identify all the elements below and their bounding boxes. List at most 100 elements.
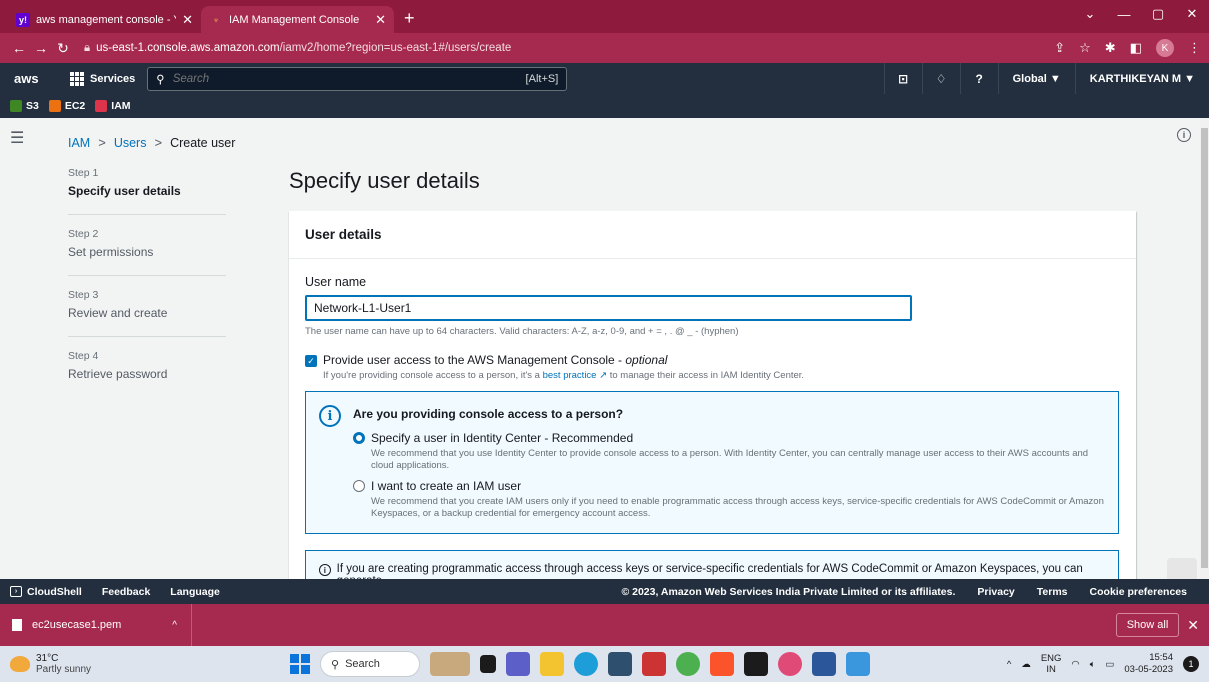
region-selector[interactable]: Global ▼ <box>997 63 1075 94</box>
teams-icon[interactable] <box>506 652 530 676</box>
store-icon[interactable] <box>608 652 632 676</box>
tab-iam[interactable]: ♆ IAM Management Console ✕ <box>201 6 394 33</box>
forward-button[interactable]: → <box>30 40 52 56</box>
terms-link[interactable]: Terms <box>1037 586 1068 598</box>
info-panel-icon[interactable]: i <box>1177 128 1191 142</box>
chevron-up-icon[interactable]: ^ <box>1007 659 1011 670</box>
close-tab-icon[interactable]: ✕ <box>182 12 193 28</box>
task-view-icon[interactable] <box>480 655 496 673</box>
info-text: If you are creating programmatic access … <box>336 563 1083 579</box>
yahoo-favicon-icon: y! <box>16 12 30 27</box>
extensions-icon[interactable]: ✱ <box>1105 40 1116 56</box>
chrome-profile-icon[interactable] <box>778 652 802 676</box>
wizard-steps: Step 1 Specify user details Step 2 Set p… <box>68 166 226 409</box>
show-all-button[interactable]: Show all <box>1115 613 1180 637</box>
favorite-s3[interactable]: S3 <box>10 100 39 112</box>
favorite-iam[interactable]: IAM <box>95 100 131 112</box>
search-shortcut-hint: [Alt+S] <box>525 72 559 85</box>
cloudshell-icon[interactable]: ⊡ <box>883 63 922 94</box>
profile-avatar[interactable]: K <box>1156 39 1174 57</box>
console-search-input[interactable] <box>172 72 518 85</box>
battery-icon[interactable]: ▭ <box>1105 659 1114 670</box>
url-field[interactable]: 🔒︎ us-east-1.console.aws.amazon.com/iamv… <box>84 37 1054 59</box>
restore-button[interactable]: ▢ <box>1141 0 1175 28</box>
photos-icon[interactable] <box>846 652 870 676</box>
cloudshell-label: CloudShell <box>27 585 82 598</box>
page-scrollbar[interactable] <box>1200 118 1209 579</box>
browser-menu-icon[interactable]: ⋮ <box>1188 40 1201 56</box>
chrome-icon[interactable] <box>676 652 700 676</box>
wizard-step-4: Step 4 Retrieve password <box>68 349 226 397</box>
console-search[interactable]: ⚲ [Alt+S] <box>147 66 568 91</box>
close-tab-icon[interactable]: ✕ <box>375 12 386 28</box>
minimize-button[interactable]: — <box>1107 0 1141 28</box>
aws-console-header: aws Services ⚲ [Alt+S] ⊡ ♢ ? Global ▼ KA… <box>0 63 1209 94</box>
breadcrumb: IAM > Users > Create user <box>68 135 235 150</box>
system-tray: ^ ☁ ENG IN ◠ 🔈︎ ▭ 15:54 03-05-2023 1 <box>1007 652 1209 676</box>
weather-widget[interactable]: 31°C Partly sunny <box>0 653 290 675</box>
tab-search-icon[interactable]: ⌄ <box>1073 0 1107 28</box>
volume-icon[interactable]: 🔈︎ <box>1090 659 1096 670</box>
close-window-button[interactable]: ✕ <box>1175 0 1209 28</box>
taskbar-search[interactable]: ⚲ Search <box>320 651 420 677</box>
mcafee-icon[interactable] <box>642 652 666 676</box>
step-number: Step 3 <box>68 289 99 301</box>
feedback-widget[interactable] <box>1167 558 1197 579</box>
cloudshell-button[interactable]: › CloudShell <box>10 586 82 598</box>
time: 15:54 <box>1149 652 1173 663</box>
notifications-bell-icon[interactable]: ♢ <box>921 63 960 94</box>
breadcrumb-users[interactable]: Users <box>114 136 147 150</box>
tab-yahoo[interactable]: y! aws management console - Yaho ✕ <box>8 6 201 33</box>
radio-iam-user[interactable]: I want to create an IAM user We recommen… <box>353 479 1113 520</box>
lock-icon: 🔒︎ <box>84 41 91 54</box>
favorite-label: IAM <box>111 100 131 112</box>
sidebar-icon[interactable]: ◧ <box>1130 40 1142 56</box>
file-explorer-icon[interactable] <box>540 652 564 676</box>
radio-unselected-icon[interactable] <box>353 480 365 492</box>
download-item[interactable]: ec2usecase1.pem ^ <box>0 604 192 646</box>
chevron-up-icon[interactable]: ^ <box>172 620 177 631</box>
share-icon[interactable]: ⇪ <box>1054 40 1065 56</box>
services-menu-button[interactable]: Services <box>70 71 135 86</box>
news-widget-icon[interactable] <box>430 652 470 676</box>
privacy-link[interactable]: Privacy <box>977 586 1014 598</box>
info-icon: i <box>319 405 341 427</box>
app-icon[interactable] <box>744 652 768 676</box>
windows-start-icon[interactable] <box>290 654 310 674</box>
brave-icon[interactable] <box>710 652 734 676</box>
clock[interactable]: 15:54 03-05-2023 <box>1124 652 1173 676</box>
close-download-bar-icon[interactable]: ✕ <box>1187 617 1199 634</box>
scrollbar-thumb[interactable] <box>1201 128 1208 568</box>
word-icon[interactable] <box>812 652 836 676</box>
bookmark-star-icon[interactable]: ☆ <box>1079 40 1091 56</box>
hamburger-menu-icon[interactable]: ☰ <box>10 128 24 148</box>
cookie-preferences-link[interactable]: Cookie preferences <box>1090 586 1187 598</box>
browser-tab-bar: y! aws management console - Yaho ✕ ♆ IAM… <box>0 0 1209 33</box>
console-access-checkbox[interactable]: ✓ <box>305 355 317 367</box>
breadcrumb-iam[interactable]: IAM <box>68 136 90 150</box>
new-tab-button[interactable]: + <box>404 8 415 29</box>
help-icon[interactable]: ? <box>959 63 998 94</box>
tab-title: IAM Management Console <box>229 13 360 26</box>
step-label: Retrieve password <box>68 367 168 381</box>
language-link[interactable]: Language <box>170 586 220 598</box>
onedrive-icon[interactable]: ☁ <box>1021 659 1031 670</box>
radio-selected-icon[interactable] <box>353 432 365 444</box>
reload-button[interactable]: ↻ <box>52 40 74 57</box>
aws-logo[interactable]: aws <box>14 71 50 86</box>
wifi-icon[interactable]: ◠ <box>1071 659 1079 670</box>
edge-icon[interactable] <box>574 652 598 676</box>
panel-heading: User details <box>289 211 1136 259</box>
feedback-link[interactable]: Feedback <box>102 586 150 598</box>
back-button[interactable]: ← <box>8 40 30 56</box>
username-input[interactable] <box>305 295 912 321</box>
account-menu[interactable]: KARTHIKEYAN M ▼ <box>1074 63 1209 94</box>
notification-badge[interactable]: 1 <box>1183 656 1199 672</box>
step-number: Step 2 <box>68 228 99 240</box>
radio-identity-center[interactable]: Specify a user in Identity Center - Reco… <box>353 431 1113 472</box>
favorite-ec2[interactable]: EC2 <box>48 100 85 112</box>
download-filename: ec2usecase1.pem <box>32 619 122 631</box>
best-practice-link[interactable]: best practice <box>543 370 597 381</box>
language-indicator[interactable]: ENG IN <box>1041 653 1062 675</box>
weather-text: Partly sunny <box>36 664 92 675</box>
